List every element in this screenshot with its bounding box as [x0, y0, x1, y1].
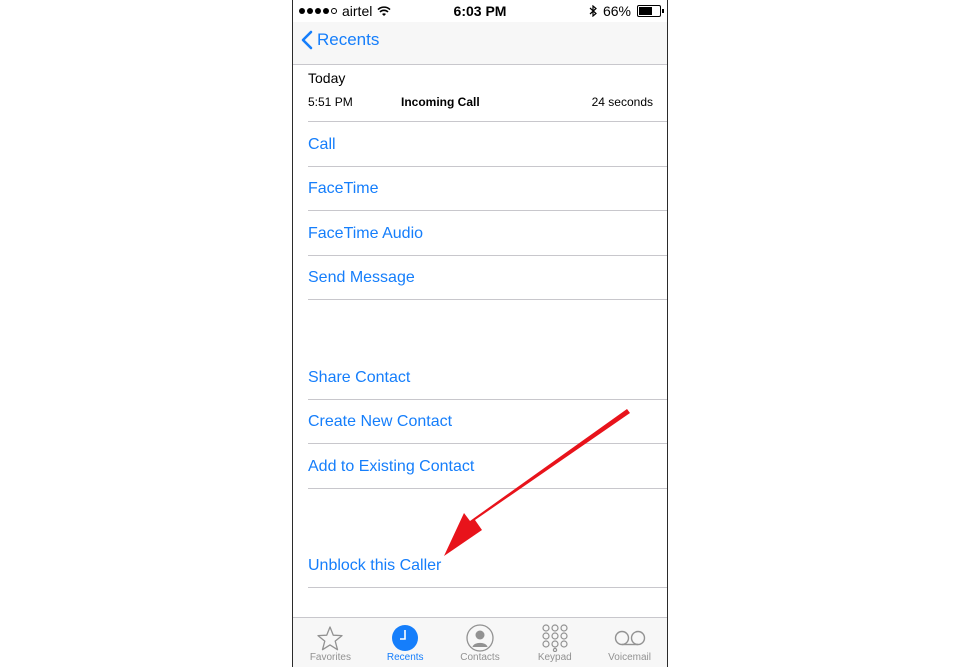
divider: [308, 255, 667, 256]
divider: [308, 488, 667, 489]
tab-bar: Favorites Recents Contacts Keypad Voicem…: [293, 617, 667, 667]
battery-percent: 66%: [602, 3, 631, 19]
keypad-icon: [542, 624, 568, 652]
star-icon: [317, 625, 344, 650]
tab-favorites[interactable]: Favorites: [293, 618, 368, 667]
battery-icon: [637, 5, 664, 17]
create-new-contact-action[interactable]: Create New Contact: [308, 412, 452, 432]
back-label: Recents: [317, 30, 380, 49]
back-button[interactable]: Recents: [301, 30, 379, 50]
tab-label: Recents: [386, 652, 424, 663]
share-contact-action[interactable]: Share Contact: [308, 368, 410, 388]
person-icon: [466, 624, 494, 652]
tab-contacts[interactable]: Contacts: [443, 618, 518, 667]
navigation-bar: Recents: [293, 22, 667, 65]
facetime-action[interactable]: FaceTime: [308, 179, 379, 199]
tab-label: Voicemail: [608, 652, 651, 663]
tab-label: Favorites: [309, 652, 351, 663]
tab-recents[interactable]: Recents: [368, 618, 443, 667]
call-type: Incoming Call: [401, 95, 480, 109]
tab-keypad[interactable]: Keypad: [517, 618, 592, 667]
section-date: Today: [308, 70, 346, 86]
call-action[interactable]: Call: [308, 135, 336, 155]
call-duration: 24 seconds: [591, 95, 653, 109]
call-details: Today 5:51 PM Incoming Call 24 seconds: [293, 65, 667, 122]
clock-icon: [392, 625, 419, 651]
divider: [308, 587, 667, 588]
call-time: 5:51 PM: [308, 95, 353, 109]
chevron-left-icon: [301, 30, 313, 50]
divider: [308, 121, 667, 122]
status-right: 66%: [589, 3, 664, 19]
divider: [308, 166, 667, 167]
divider: [308, 443, 667, 444]
bluetooth-icon: [589, 5, 597, 17]
add-to-existing-contact-action[interactable]: Add to Existing Contact: [308, 457, 474, 477]
divider: [308, 210, 667, 211]
tab-label: Contacts: [460, 652, 500, 663]
status-bar: airtel 6:03 PM 66%: [293, 0, 667, 22]
tab-voicemail[interactable]: Voicemail: [592, 618, 667, 667]
divider: [308, 399, 667, 400]
divider: [308, 299, 667, 300]
facetime-audio-action[interactable]: FaceTime Audio: [308, 224, 423, 244]
phone-screen: airtel 6:03 PM 66% Recents Today 5:51 PM: [292, 0, 668, 667]
tab-label: Keypad: [537, 652, 572, 663]
send-message-action[interactable]: Send Message: [308, 268, 415, 288]
unblock-caller-action[interactable]: Unblock this Caller: [308, 556, 441, 576]
voicemail-icon: [614, 630, 645, 646]
